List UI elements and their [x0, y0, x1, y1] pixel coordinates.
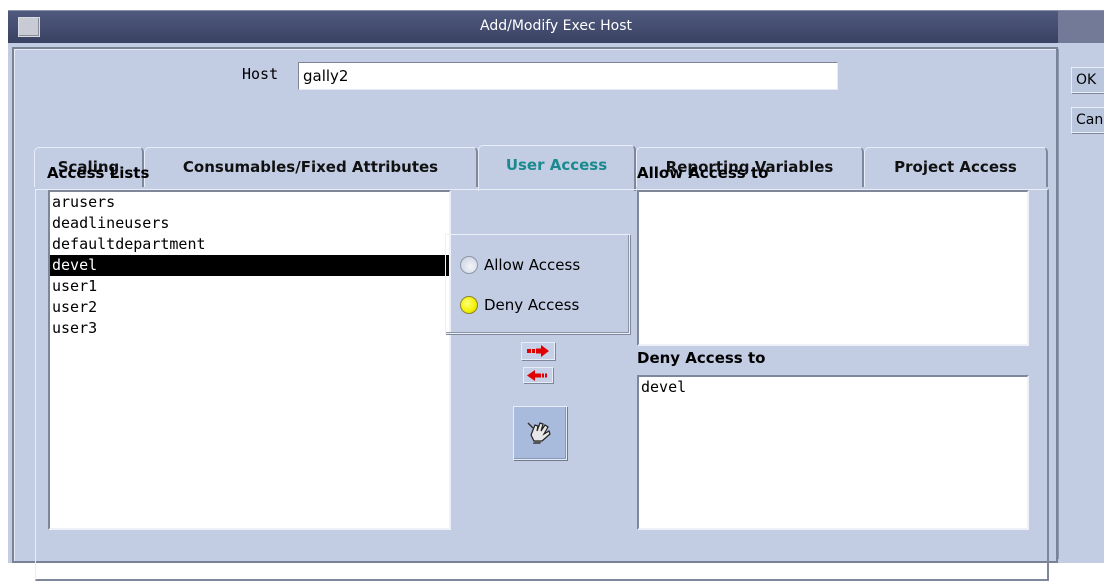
deny-access-radio[interactable]: Deny Access — [460, 292, 579, 318]
title-bar[interactable]: Add/Modify Exec Host — [8, 10, 1104, 43]
list-item[interactable]: devel — [639, 377, 1027, 398]
access-lists-label: Access Lists — [47, 164, 150, 182]
allow-access-listbox[interactable] — [637, 190, 1029, 346]
deny-access-radio-label: Deny Access — [484, 296, 580, 314]
deny-access-label: Deny Access to — [637, 349, 766, 367]
ok-button[interactable]: OK — [1071, 67, 1104, 93]
list-item[interactable]: user1 — [50, 276, 449, 297]
deny-access-listbox[interactable]: devel — [637, 375, 1029, 530]
tab-user-access[interactable]: User Access — [478, 145, 636, 191]
cancel-button[interactable]: Cancel — [1071, 107, 1104, 133]
list-item[interactable]: user3 — [50, 318, 449, 339]
allow-access-label: Allow Access to — [637, 164, 769, 182]
list-item[interactable]: arusers — [50, 192, 449, 213]
arrow-right-icon — [527, 345, 549, 357]
list-item-selected[interactable]: devel — [50, 255, 449, 276]
dialog-body: OK Cancel Host Scaling Consumables/Fixed… — [8, 43, 1104, 581]
hand-edit-icon — [527, 422, 551, 444]
allow-access-radio-label: Allow Access — [484, 256, 581, 274]
list-item[interactable]: user2 — [50, 297, 449, 318]
radio-off-icon — [460, 256, 478, 274]
title-bar-controls — [1058, 11, 1104, 43]
edit-access-list-button[interactable] — [513, 406, 567, 460]
radio-on-icon — [460, 296, 478, 314]
host-label: Host — [242, 65, 279, 83]
access-lists-listbox[interactable]: arusers deadlineusers defaultdepartment … — [48, 190, 451, 530]
tab-project-access[interactable]: Project Access — [864, 147, 1048, 187]
arrow-left-icon — [527, 370, 547, 381]
remove-from-list-button[interactable] — [523, 367, 553, 383]
list-item[interactable]: defaultdepartment — [50, 234, 449, 255]
side-button-strip: OK Cancel — [1058, 49, 1104, 559]
add-to-list-button[interactable] — [521, 342, 555, 360]
tab-consumables-fixed-attributes[interactable]: Consumables/Fixed Attributes — [144, 147, 478, 187]
access-mode-group: Allow Access Deny Access — [445, 234, 630, 334]
allow-access-radio[interactable]: Allow Access — [460, 252, 580, 278]
list-item[interactable]: deadlineusers — [50, 213, 449, 234]
window-title: Add/Modify Exec Host — [480, 18, 632, 34]
host-input[interactable] — [298, 62, 838, 90]
